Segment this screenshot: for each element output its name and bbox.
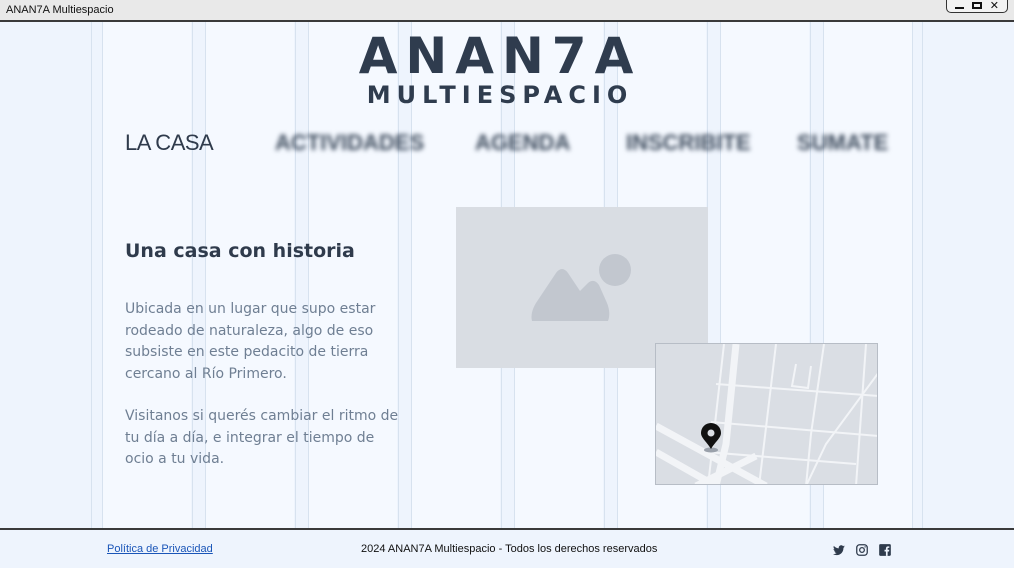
logo-main-text: ANAN7A (358, 27, 642, 85)
maximize-icon[interactable] (971, 2, 982, 9)
nav-item-actividades[interactable]: ACTIVIDADES (275, 130, 424, 156)
window-title: ANAN7A Multiespacio (6, 4, 114, 16)
nav-item-agenda[interactable]: AGENDA (475, 130, 570, 156)
social-links (832, 543, 892, 557)
logo-sub-text: MULTIESPACIO (366, 81, 634, 109)
site-footer: Política de Privacidad 2024 ANAN7A Multi… (0, 528, 1014, 568)
facebook-icon[interactable] (878, 543, 892, 557)
visit-paragraph: Visitanos si querés cambiar el ritmo de … (125, 408, 399, 467)
intro-paragraph: Ubicada en un lugar que supo estar rodea… (125, 301, 376, 382)
close-icon[interactable]: ✕ (990, 0, 999, 12)
map-streets (656, 344, 877, 484)
location-map[interactable] (655, 343, 878, 485)
nav-item-sumate[interactable]: SUMATE (797, 130, 888, 156)
privacy-policy-link[interactable]: Política de Privacidad (107, 543, 213, 555)
nav-item-inscribite[interactable]: INSCRIBITE (626, 130, 751, 156)
window-titlebar: ANAN7A Multiespacio ✕ (0, 0, 1014, 22)
main-nav: LA CASA ACTIVIDADES AGENDA INSCRIBITE SU… (125, 130, 895, 160)
window-controls: ✕ (945, 0, 1008, 13)
site-logo[interactable]: ANAN7A MULTIESPACIO (0, 28, 1000, 108)
instagram-icon[interactable] (855, 543, 869, 557)
nav-item-la-casa[interactable]: LA CASA (125, 130, 214, 156)
twitter-icon[interactable] (832, 543, 846, 557)
copyright-text: 2024 ANAN7A Multiespacio - Todos los der… (361, 543, 658, 555)
minimize-icon[interactable] (954, 7, 964, 9)
section-heading: Una casa con historia (125, 240, 355, 262)
